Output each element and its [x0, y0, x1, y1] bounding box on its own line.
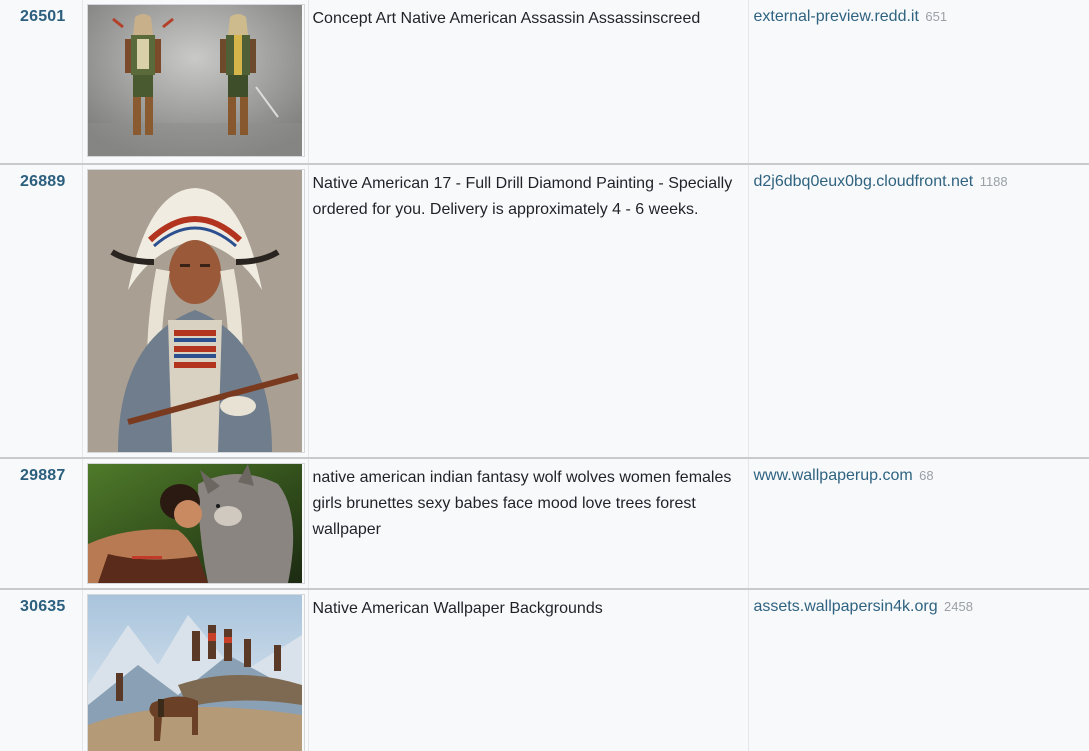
source-link[interactable]: assets.wallpapersin4k.org: [754, 598, 938, 615]
title-cell: native american indian fantasy wolf wolv…: [308, 458, 749, 590]
result-title: Native American Wallpaper Backgrounds: [312, 600, 603, 617]
result-title: Native American 17 - Full Drill Diamond …: [312, 175, 733, 218]
result-id-link[interactable]: 30635: [20, 598, 66, 615]
source-link[interactable]: d2j6dbq0eux0bg.cloudfront.net: [754, 173, 974, 190]
result-thumbnail[interactable]: [86, 463, 305, 584]
thumbnail-cell: [82, 589, 309, 751]
result-count: 651: [925, 9, 948, 24]
result-thumbnail[interactable]: [86, 4, 305, 157]
table-row: 26889 Native American 17 - Full Drill Di…: [0, 164, 1089, 459]
title-cell: Concept Art Native American Assassin Ass…: [308, 0, 749, 165]
title-cell: Native American 17 - Full Drill Diamond …: [308, 164, 749, 459]
table-row: 29887 native american indian fantasy wol…: [0, 458, 1089, 590]
table-row: 30635 Native American Wallpaper Backgrou…: [0, 589, 1089, 751]
id-cell: 29887: [0, 458, 83, 590]
result-title: Concept Art Native American Assassin Ass…: [312, 10, 701, 27]
source-cell: external-preview.redd.it 651: [748, 0, 1089, 165]
result-id-link[interactable]: 26889: [20, 173, 66, 190]
native-chief-portrait-image: [87, 170, 302, 452]
source-cell: assets.wallpapersin4k.org 2458: [748, 589, 1089, 751]
source-link[interactable]: external-preview.redd.it: [754, 8, 919, 25]
id-cell: 26501: [0, 0, 83, 165]
source-cell: www.wallpaperup.com 68: [748, 458, 1089, 590]
source-link[interactable]: www.wallpaperup.com: [754, 467, 913, 484]
result-thumbnail[interactable]: [86, 594, 305, 751]
id-cell: 26889: [0, 164, 83, 459]
title-cell: Native American Wallpaper Backgrounds: [308, 589, 749, 751]
results-table: 26501 Concept Art Native American Assass…: [0, 0, 1089, 751]
thumbnail-cell: [82, 164, 309, 459]
result-thumbnail[interactable]: [86, 169, 305, 453]
mountain-riders-image: [87, 595, 302, 751]
result-count: 1188: [979, 174, 1008, 189]
table-row: 26501 Concept Art Native American Assass…: [0, 0, 1089, 165]
thumbnail-cell: [82, 458, 309, 590]
source-cell: d2j6dbq0eux0bg.cloudfront.net 1188: [748, 164, 1089, 459]
result-id-link[interactable]: 29887: [20, 467, 66, 484]
result-count: 2458: [944, 599, 973, 614]
woman-wolf-image: [87, 464, 302, 583]
thumbnail-cell: [82, 0, 309, 165]
id-cell: 30635: [0, 589, 83, 751]
result-id-link[interactable]: 26501: [20, 8, 66, 25]
concept-art-assassin-image: [87, 5, 302, 156]
result-count: 68: [919, 468, 934, 483]
result-title: native american indian fantasy wolf wolv…: [312, 469, 732, 538]
